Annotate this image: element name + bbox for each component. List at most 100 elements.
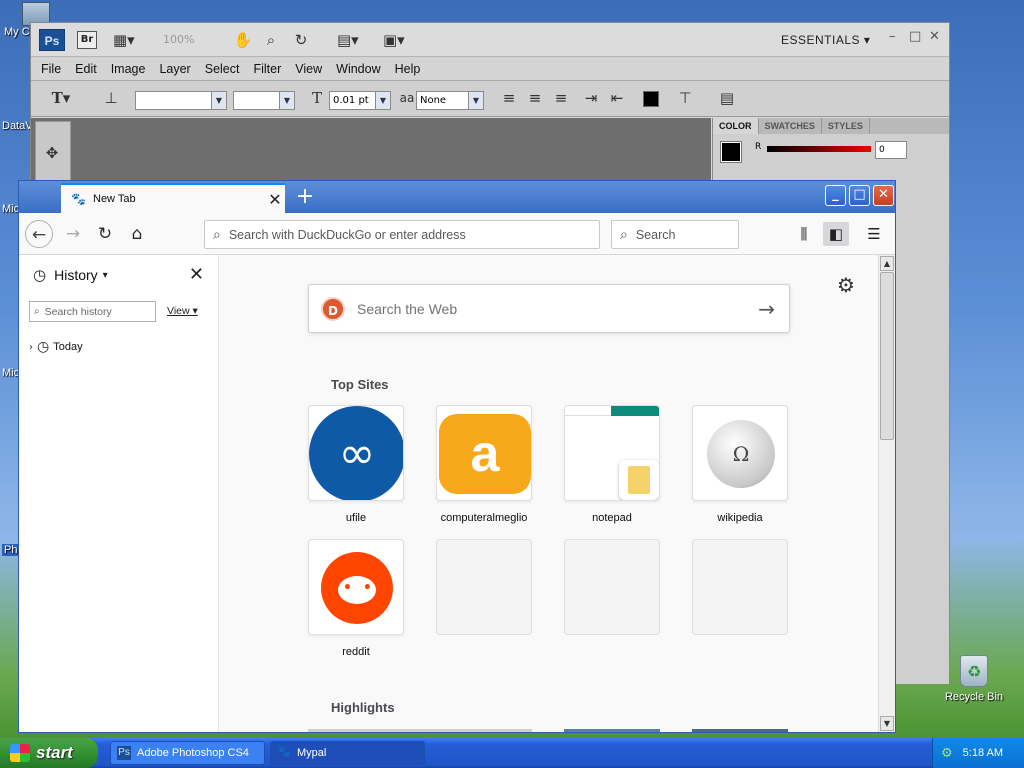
anti-alias-select[interactable]: None ▼	[416, 91, 484, 110]
arrange-documents-icon[interactable]: ▤▾	[337, 31, 359, 49]
sidebar-title: History	[54, 267, 98, 283]
top-site-tile[interactable]: a computeralmeglio	[436, 405, 532, 524]
workspace-label: ESSENTIALS	[781, 33, 861, 47]
highlight-card[interactable]	[692, 729, 788, 732]
menu-edit[interactable]: Edit	[75, 62, 97, 76]
zoom-tool-icon[interactable]: ⌕	[261, 31, 281, 49]
tab-color[interactable]: COLOR	[713, 118, 759, 134]
anti-alias-icon: aa	[399, 91, 415, 105]
desktop-icon-label[interactable]: Mic	[2, 367, 19, 379]
red-channel-value[interactable]: 0	[875, 141, 907, 159]
top-sites-title: Top Sites	[331, 377, 389, 392]
warp-text-icon[interactable]: ⊤	[675, 89, 695, 107]
text-flow-icon[interactable]: ⇥	[581, 89, 601, 107]
history-sidebar: ◷ History ▾ ✕ ⌕ Search history View ▾ › …	[19, 255, 219, 732]
reload-button[interactable]: ↻	[91, 220, 119, 248]
desktop-icon-label[interactable]: Mic	[2, 203, 19, 215]
desktop-icon-label[interactable]: DataV	[2, 120, 33, 132]
screen-mode-icon[interactable]: ▣▾	[383, 31, 405, 49]
minimize-button[interactable]: _	[825, 185, 846, 206]
desktop-icon-recycle-bin[interactable]: Recycle Bin	[942, 655, 1006, 703]
top-site-tile[interactable]: reddit	[308, 539, 404, 658]
character-panel-icon[interactable]: ▤	[717, 89, 737, 107]
align-center-icon[interactable]: ≡	[525, 89, 545, 107]
text-orientation-icon[interactable]: ⊥	[101, 89, 121, 107]
ps-minimize-button[interactable]: –	[889, 29, 896, 44]
new-tab-page: ⚙ D Search the Web → Top Sites ∞ ufile a…	[220, 255, 878, 732]
top-site-label: reddit	[342, 646, 370, 658]
ps-options-bar: T▾ ⊥ ▼ ▼ T 0.01 pt ▼ aa None ▼ ≡ ≡ ≡ ⇥ ⇤ ⊤…	[31, 81, 949, 117]
red-channel-slider[interactable]	[767, 146, 871, 152]
menu-file[interactable]: File	[41, 62, 61, 76]
menu-select[interactable]: Select	[205, 62, 240, 76]
top-site-tile[interactable]: ∞ ufile	[308, 405, 404, 524]
view-extras-icon[interactable]: ▦▾	[113, 31, 135, 49]
arrow-right-icon[interactable]: →	[758, 297, 775, 321]
highlight-card[interactable]	[308, 729, 532, 732]
font-style-select[interactable]: ▼	[233, 91, 295, 110]
maximize-button[interactable]: □	[849, 185, 870, 206]
color-channel-label: R	[755, 142, 762, 152]
top-site-label: wikipedia	[717, 512, 763, 524]
text-color-swatch[interactable]	[643, 91, 659, 107]
page-scrollbar[interactable]: ▲ ▼	[878, 255, 895, 732]
empty-top-site-slot	[692, 539, 788, 635]
search-bar[interactable]: ⌕ Search	[611, 220, 739, 249]
top-site-tile[interactable]: notepad	[564, 405, 660, 524]
hand-tool-icon[interactable]: ✋	[233, 31, 253, 49]
home-button[interactable]: ⌂	[123, 220, 151, 248]
align-right-icon[interactable]: ≡	[551, 89, 571, 107]
ps-maximize-button[interactable]: □	[909, 29, 921, 44]
network-icon[interactable]: ⚙	[941, 746, 953, 761]
forward-button[interactable]: →	[59, 220, 87, 248]
start-button[interactable]: start	[0, 738, 98, 768]
bridge-button[interactable]: Br	[77, 31, 97, 49]
top-site-tile[interactable]: Ω wikipedia	[692, 405, 788, 524]
back-button[interactable]: ←	[25, 220, 53, 248]
font-family-select[interactable]: ▼	[135, 91, 227, 110]
workspace-switcher[interactable]: ESSENTIALS ▾	[781, 33, 870, 47]
rotate-view-icon[interactable]: ↻	[291, 31, 311, 49]
scroll-up-icon[interactable]: ▲	[880, 256, 894, 271]
hamburger-menu-icon[interactable]: ☰	[861, 222, 887, 246]
scrollbar-thumb[interactable]	[880, 272, 894, 440]
menu-layer[interactable]: Layer	[159, 62, 190, 76]
close-tab-icon[interactable]: ✕	[265, 190, 285, 209]
highlight-card[interactable]	[564, 729, 660, 732]
menu-help[interactable]: Help	[395, 62, 421, 76]
menu-view[interactable]: View	[295, 62, 322, 76]
web-search-box[interactable]: D Search the Web →	[308, 284, 790, 333]
chevron-down-icon: ▼	[279, 92, 294, 109]
recycle-bin-label: Recycle Bin	[944, 691, 1004, 703]
tab-new-tab[interactable]: 🐾 New Tab ✕	[61, 183, 285, 213]
new-tab-button[interactable]: +	[291, 183, 319, 211]
tab-swatches[interactable]: SWATCHES	[759, 118, 822, 134]
history-search-input[interactable]: ⌕ Search history	[29, 301, 156, 322]
move-tool-icon[interactable]: ✥	[42, 144, 62, 162]
library-icon[interactable]: ⫼	[791, 222, 817, 246]
history-group-today[interactable]: › ◷ Today	[29, 339, 83, 355]
close-window-button[interactable]: ✕	[873, 185, 894, 206]
windows-logo-icon	[10, 744, 30, 762]
view-dropdown[interactable]: View ▾	[167, 305, 198, 317]
zoom-level[interactable]: 100%	[163, 33, 194, 46]
menu-window[interactable]: Window	[336, 62, 380, 76]
align-left-icon[interactable]: ≡	[499, 89, 519, 107]
text-flow-reverse-icon[interactable]: ⇤	[607, 89, 627, 107]
search-icon: ⌕	[213, 226, 221, 243]
menu-filter[interactable]: Filter	[253, 62, 281, 76]
gear-icon[interactable]: ⚙	[837, 273, 855, 297]
type-tool-icon[interactable]: T▾	[51, 89, 71, 107]
font-size-select[interactable]: 0.01 pt ▼	[329, 91, 391, 110]
taskbar-item-photoshop[interactable]: Ps Adobe Photoshop CS4	[110, 741, 265, 765]
menu-image[interactable]: Image	[111, 62, 146, 76]
taskbar-item-mypal[interactable]: 🐾 Mypal	[270, 741, 425, 765]
close-sidebar-icon[interactable]: ✕	[189, 264, 204, 285]
foreground-color-swatch[interactable]	[720, 141, 742, 163]
ps-close-button[interactable]: ✕	[929, 29, 940, 44]
tab-styles[interactable]: STYLES	[822, 118, 870, 134]
sidebar-header[interactable]: ◷ History ▾ ✕	[19, 255, 218, 295]
scroll-down-icon[interactable]: ▼	[880, 716, 894, 731]
sidebar-toggle-icon[interactable]: ◧	[823, 222, 849, 246]
url-bar[interactable]: ⌕ Search with DuckDuckGo or enter addres…	[204, 220, 600, 249]
